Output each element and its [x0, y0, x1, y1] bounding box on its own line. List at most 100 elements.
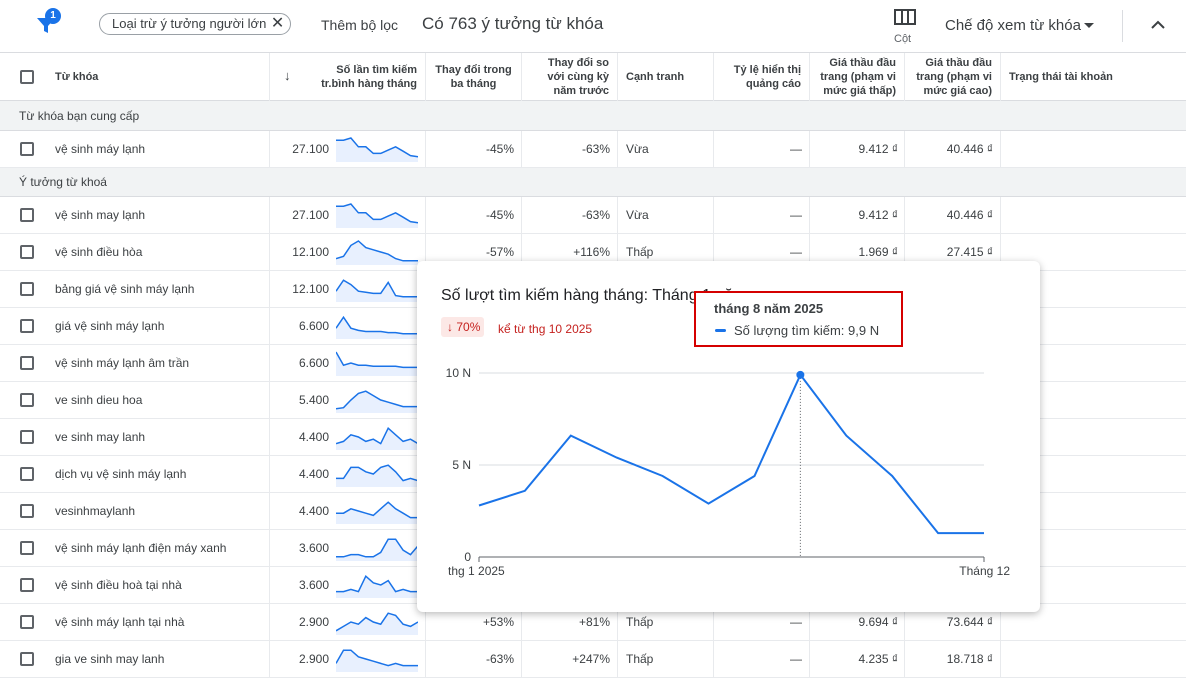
row-checkbox[interactable]: [20, 467, 34, 481]
close-icon[interactable]: ✕: [271, 14, 284, 34]
row-checkbox[interactable]: [20, 430, 34, 444]
row-checkbox[interactable]: [20, 319, 34, 333]
keyword-text: vệ sinh điều hòa: [55, 245, 143, 259]
header-impression-share[interactable]: Tỷ lệ hiển thị quảng cáo: [714, 53, 810, 101]
avg-searches-value: 27.100: [292, 142, 329, 156]
sparkline-chart: [336, 390, 418, 413]
competition-value: Vừa: [626, 208, 649, 222]
sparkline-chart: [336, 203, 418, 228]
competition-value: Vừa: [626, 142, 649, 156]
row-checkbox[interactable]: [20, 615, 34, 629]
keyword-text: giá vệ sinh máy lạnh: [55, 319, 165, 333]
sparkline-chart: [336, 464, 418, 487]
add-filter-button[interactable]: Thêm bộ lọc: [321, 17, 398, 33]
filter-chip-exclude-adult[interactable]: Loại trừ ý tưởng người lớn ✕: [99, 13, 292, 35]
sparkline-chart: [336, 426, 418, 450]
row-checkbox[interactable]: [20, 578, 34, 592]
series-line: [478, 372, 984, 535]
data-point: [796, 370, 805, 379]
keyword-text: ve sinh dieu hoa: [55, 393, 143, 407]
header-bid-high[interactable]: Giá thầu đầu trang (phạm vi mức giá cao): [905, 53, 1001, 101]
avg-searches-value: 4.400: [298, 430, 329, 444]
filter-count-badge: 1: [45, 8, 61, 24]
select-all-checkbox[interactable]: [20, 70, 34, 84]
avg-searches-value: 3.600: [298, 578, 329, 592]
view-mode-dropdown[interactable]: Chế độ xem từ khóa: [945, 17, 1081, 34]
header-bid-low[interactable]: Giá thầu đầu trang (phạm vi mức giá thấp): [810, 53, 905, 101]
avg-searches-value: 4.400: [298, 467, 329, 481]
toolbar: 1 Loại trừ ý tưởng người lớn ✕ Thêm bộ l…: [0, 0, 1186, 53]
series-legend-swatch: [715, 329, 726, 332]
bid-high-value: 40.446 ₫: [946, 208, 993, 222]
sort-arrow-icon[interactable]: ↓: [284, 69, 291, 83]
row-checkbox[interactable]: [20, 282, 34, 296]
table-header: Từ khóa ↓ Số lần tìm kiếm tr.bình hàng th…: [0, 53, 1186, 101]
tooltip-value: Số lượng tìm kiếm: 9,9 N: [734, 323, 880, 338]
sparkline-chart: [336, 351, 418, 376]
table-row[interactable]: vệ sinh may lạnh 27.100 -45% -63% Vừa — …: [0, 197, 1186, 234]
columns-label[interactable]: Cột: [894, 33, 911, 45]
table-row[interactable]: gia ve sinh may lanh 2.900 -63% +247% Th…: [0, 641, 1186, 678]
three-month-change-value: -45%: [485, 142, 514, 156]
avg-searches-value: 6.600: [298, 319, 329, 333]
filter-chip-label: Loại trừ ý tưởng người lớn: [112, 16, 267, 31]
sparkline-area: [336, 317, 418, 339]
keyword-text: vệ sinh máy lạnh tại nhà: [55, 615, 185, 629]
sparkline-area: [336, 138, 418, 162]
header-three-month-change[interactable]: Thay đổi trong ba tháng: [426, 53, 522, 101]
avg-searches-value: 12.100: [292, 282, 329, 296]
y-tick-label: 0: [464, 550, 471, 564]
table-row[interactable]: vệ sinh máy lạnh 27.100 -45% -63% Vừa — …: [0, 131, 1186, 168]
avg-searches-value: 2.900: [298, 615, 329, 629]
keyword-text: vệ sinh may lạnh: [55, 208, 146, 222]
row-checkbox[interactable]: [20, 356, 34, 370]
row-checkbox[interactable]: [20, 504, 34, 518]
avg-searches-value: 2.900: [298, 652, 329, 666]
impression-share-value: —: [790, 142, 802, 156]
sparkline-area: [336, 204, 418, 228]
header-avg-searches[interactable]: ↓ Số lần tìm kiếm tr.bình hàng tháng: [270, 53, 426, 101]
keyword-text: vesinhmaylanh: [55, 504, 136, 518]
keyword-text: bảng giá vệ sinh máy lạnh: [55, 282, 195, 296]
header-yoy-change[interactable]: Thay đổi so với cùng kỳ năm trước: [522, 53, 618, 101]
row-checkbox[interactable]: [20, 142, 34, 156]
impression-share-value: —: [790, 652, 802, 666]
sparkline-chart: [336, 538, 418, 561]
bid-low-value: 4.235 ₫: [858, 652, 898, 666]
chevron-up-icon[interactable]: [1150, 17, 1166, 33]
header-competition[interactable]: Cạnh tranh: [618, 53, 714, 101]
sparkline-chart: [336, 574, 418, 598]
row-checkbox[interactable]: [20, 541, 34, 555]
sparkline-chart: [336, 315, 418, 339]
y-tick-label: 10 N: [446, 366, 471, 380]
x-tick-label: thg 1 2025: [448, 564, 505, 578]
avg-searches-value: 6.600: [298, 356, 329, 370]
yoy-change-value: -63%: [581, 208, 610, 222]
keyword-text: vệ sinh máy lạnh âm trần: [55, 356, 190, 370]
idea-count-text: Có 763 ý tưởng từ khóa: [422, 14, 604, 33]
three-month-change-value: -45%: [485, 208, 514, 222]
header-keyword[interactable]: Từ khóa: [47, 53, 270, 101]
row-checkbox[interactable]: [20, 245, 34, 259]
sparkline-chart: [336, 240, 418, 265]
x-tick-label: Tháng 12: [959, 564, 1010, 578]
avg-searches-value: 27.100: [292, 208, 329, 222]
row-checkbox[interactable]: [20, 652, 34, 666]
sparkline-area: [336, 650, 418, 672]
header-account-status[interactable]: Trạng thái tài khoản: [1001, 53, 1186, 101]
section-provided-keywords: Từ khóa bạn cung cấp: [0, 101, 1186, 131]
sparkline-chart: [336, 612, 418, 635]
competition-value: Thấp: [626, 652, 654, 666]
bid-low-value: 9.412 ₫: [858, 208, 898, 222]
keyword-text: vệ sinh điều hoà tại nhà: [55, 578, 182, 592]
divider: [1122, 10, 1123, 42]
sparkline-chart: [336, 137, 418, 162]
sparkline-area: [336, 539, 418, 561]
row-checkbox[interactable]: [20, 393, 34, 407]
columns-icon[interactable]: [894, 9, 916, 25]
bid-high-value: 18.718 ₫: [946, 652, 993, 666]
avg-searches-value: 12.100: [292, 245, 329, 259]
keyword-text: vệ sinh máy lạnh điện máy xanh: [55, 541, 227, 555]
chevron-down-icon[interactable]: [1084, 23, 1094, 28]
row-checkbox[interactable]: [20, 208, 34, 222]
